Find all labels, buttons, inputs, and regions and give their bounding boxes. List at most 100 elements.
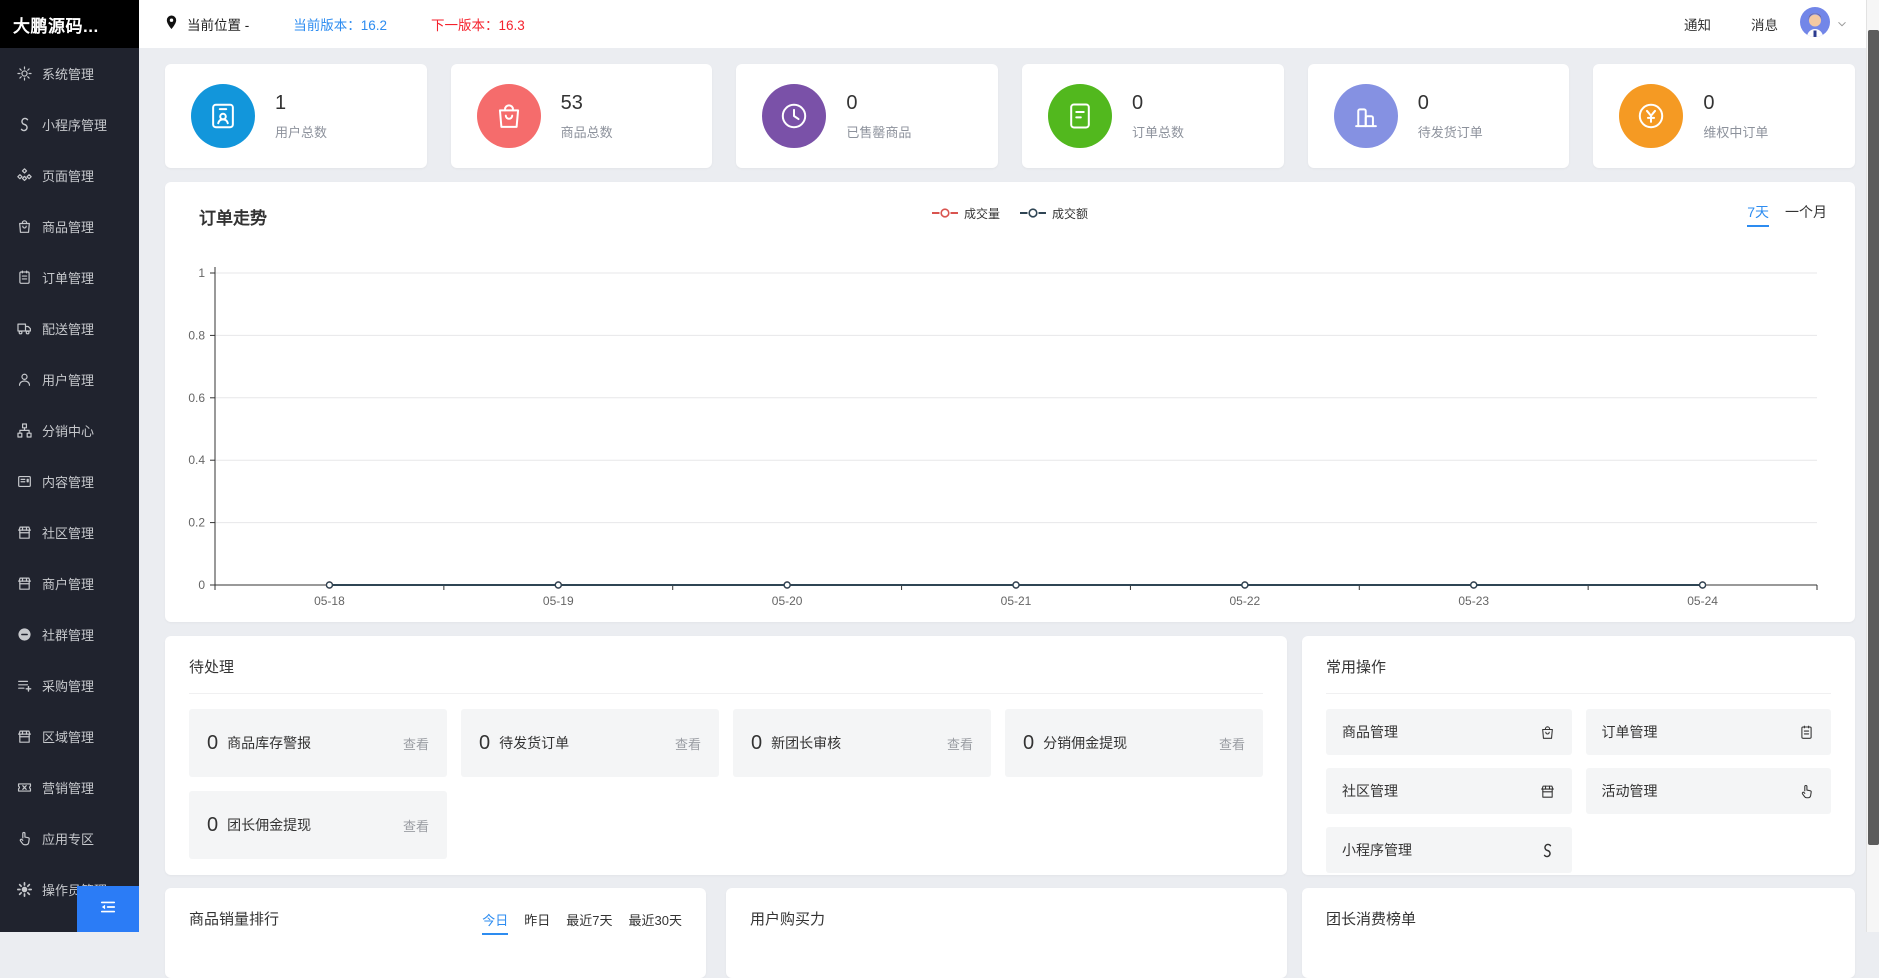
quick-action-tile[interactable]: 小程序管理: [1326, 827, 1572, 873]
store-icon: [16, 524, 33, 541]
sidebar-item-12[interactable]: 社群管理: [0, 609, 139, 660]
topbar-right: 通知 消息: [1684, 7, 1849, 42]
gear-solid-icon: [16, 881, 33, 898]
order-trend-title: 订单走势: [199, 204, 267, 229]
view-link[interactable]: 查看: [403, 734, 429, 753]
collapse-menu-icon: [98, 897, 118, 922]
sidebar-item-9[interactable]: 内容管理: [0, 456, 139, 507]
pending-grid: 0 商品库存警报 查看 0 待发货订单 查看 0 新团长审核 查看 0 分销佣金…: [189, 709, 1263, 859]
ticket-icon: [16, 779, 33, 796]
range-tab[interactable]: 7天: [1747, 202, 1769, 227]
quick-action-tile[interactable]: 订单管理: [1586, 709, 1832, 755]
stat-label: 订单总数: [1132, 122, 1184, 141]
view-link[interactable]: 查看: [403, 816, 429, 835]
divider: [189, 693, 1263, 694]
svg-text:1: 1: [198, 266, 205, 280]
pending-label: 商品库存警报: [227, 733, 403, 753]
stat-label: 待发货订单: [1418, 122, 1483, 141]
quick-action-tile[interactable]: 社区管理: [1326, 768, 1572, 814]
svg-text:05-24: 05-24: [1687, 594, 1718, 608]
pending-count: 0: [207, 814, 218, 837]
pending-label: 待发货订单: [499, 733, 675, 753]
sidebar-item-1[interactable]: 系统管理: [0, 48, 139, 99]
scrollbar-track[interactable]: [1866, 0, 1879, 932]
product-sales-rank-panel: 商品销量排行 今日昨日最近7天最近30天: [165, 888, 706, 978]
quick-action-tile[interactable]: 商品管理: [1326, 709, 1572, 755]
doc-icon: [1048, 84, 1112, 148]
sidebar-item-3[interactable]: 页面管理: [0, 150, 139, 201]
stat-value: 53: [561, 92, 613, 115]
clock-icon: [762, 84, 826, 148]
truck-icon: [16, 320, 33, 337]
pending-panel: 待处理 0 商品库存警报 查看 0 待发货订单 查看 0 新团长审核 查看 0 …: [165, 636, 1287, 875]
svg-text:05-21: 05-21: [1001, 594, 1032, 608]
rank-tab[interactable]: 昨日: [524, 910, 550, 935]
chevron-down-icon: [1835, 17, 1849, 31]
pending-tile: 0 待发货订单 查看: [461, 709, 719, 777]
yen-icon: [1619, 84, 1683, 148]
user-menu[interactable]: [1800, 7, 1849, 42]
app-logo: 大鹏源码...: [0, 0, 139, 48]
leader-consumption-rank-panel: 团长消费榜单: [1302, 888, 1855, 978]
svg-text:0.2: 0.2: [188, 516, 205, 530]
sidebar-item-7[interactable]: 用户管理: [0, 354, 139, 405]
stat-card: 53 商品总数: [451, 64, 713, 168]
sidebar-item-10[interactable]: 社区管理: [0, 507, 139, 558]
sidebar-item-2[interactable]: 小程序管理: [0, 99, 139, 150]
sidebar-item-8[interactable]: 分销中心: [0, 405, 139, 456]
stat-card: 0 已售罄商品: [736, 64, 998, 168]
idcard-icon: [191, 84, 255, 148]
quick-actions-title: 常用操作: [1326, 656, 1831, 677]
legend-item[interactable]: 成交额: [1020, 205, 1088, 222]
pending-count: 0: [1023, 732, 1034, 755]
svg-text:0: 0: [198, 578, 205, 592]
store-icon: [16, 575, 33, 592]
sidebar-item-15[interactable]: 营销管理: [0, 762, 139, 813]
sidebar-item-11[interactable]: 商户管理: [0, 558, 139, 609]
user-buying-power-title: 用户购买力: [750, 908, 1263, 929]
stat-value: 1: [275, 92, 327, 115]
pending-label: 分销佣金提现: [1043, 733, 1219, 753]
breadcrumb: 当前位置 -: [163, 14, 249, 34]
rank-tab[interactable]: 最近7天: [566, 910, 612, 935]
sidebar-item-14[interactable]: 区域管理: [0, 711, 139, 762]
legend-item[interactable]: 成交量: [932, 205, 1000, 222]
rank-tab[interactable]: 今日: [482, 910, 508, 935]
sidebar-item-5[interactable]: 订单管理: [0, 252, 139, 303]
avatar[interactable]: [1800, 7, 1830, 42]
scrollbar-thumb[interactable]: [1868, 30, 1879, 845]
hand-icon: [1798, 783, 1815, 800]
sidebar-collapse-button[interactable]: [77, 886, 139, 932]
stat-label: 用户总数: [275, 122, 327, 141]
product-sales-rank-title: 商品销量排行: [189, 908, 279, 929]
order-trend-chart: 00.20.40.60.8105-1805-1905-2005-2105-220…: [165, 242, 1855, 622]
sidebar-menu: 系统管理 小程序管理 页面管理 商品管理 订单管理 配送管理 用户管理 分销中心…: [0, 48, 139, 915]
svg-text:05-19: 05-19: [543, 594, 574, 608]
notification-link[interactable]: 通知: [1684, 14, 1711, 34]
view-link[interactable]: 查看: [1219, 734, 1245, 753]
view-link[interactable]: 查看: [947, 734, 973, 753]
sidebar-item-4[interactable]: 商品管理: [0, 201, 139, 252]
pages-icon: [16, 167, 33, 184]
stat-value: 0: [1418, 92, 1483, 115]
view-link[interactable]: 查看: [675, 734, 701, 753]
list-plus-icon: [16, 677, 33, 694]
sidebar-item-13[interactable]: 采购管理: [0, 660, 139, 711]
quick-action-tile[interactable]: 活动管理: [1586, 768, 1832, 814]
hierarchy-icon: [16, 422, 33, 439]
pending-tile: 0 分销佣金提现 查看: [1005, 709, 1263, 777]
svg-text:0.6: 0.6: [188, 391, 205, 405]
sidebar-item-6[interactable]: 配送管理: [0, 303, 139, 354]
svg-text:05-23: 05-23: [1458, 594, 1489, 608]
range-tab[interactable]: 一个月: [1785, 202, 1827, 227]
sidebar-item-16[interactable]: 应用专区: [0, 813, 139, 864]
rank-tab[interactable]: 最近30天: [629, 910, 682, 935]
svg-text:05-18: 05-18: [314, 594, 345, 608]
leader-consumption-rank-title: 团长消费榜单: [1326, 908, 1831, 929]
pending-count: 0: [751, 732, 762, 755]
message-link[interactable]: 消息: [1751, 14, 1778, 34]
user-icon: [16, 371, 33, 388]
location-pin-icon: [163, 14, 180, 34]
svg-text:05-22: 05-22: [1230, 594, 1261, 608]
svg-text:0.4: 0.4: [188, 453, 205, 467]
